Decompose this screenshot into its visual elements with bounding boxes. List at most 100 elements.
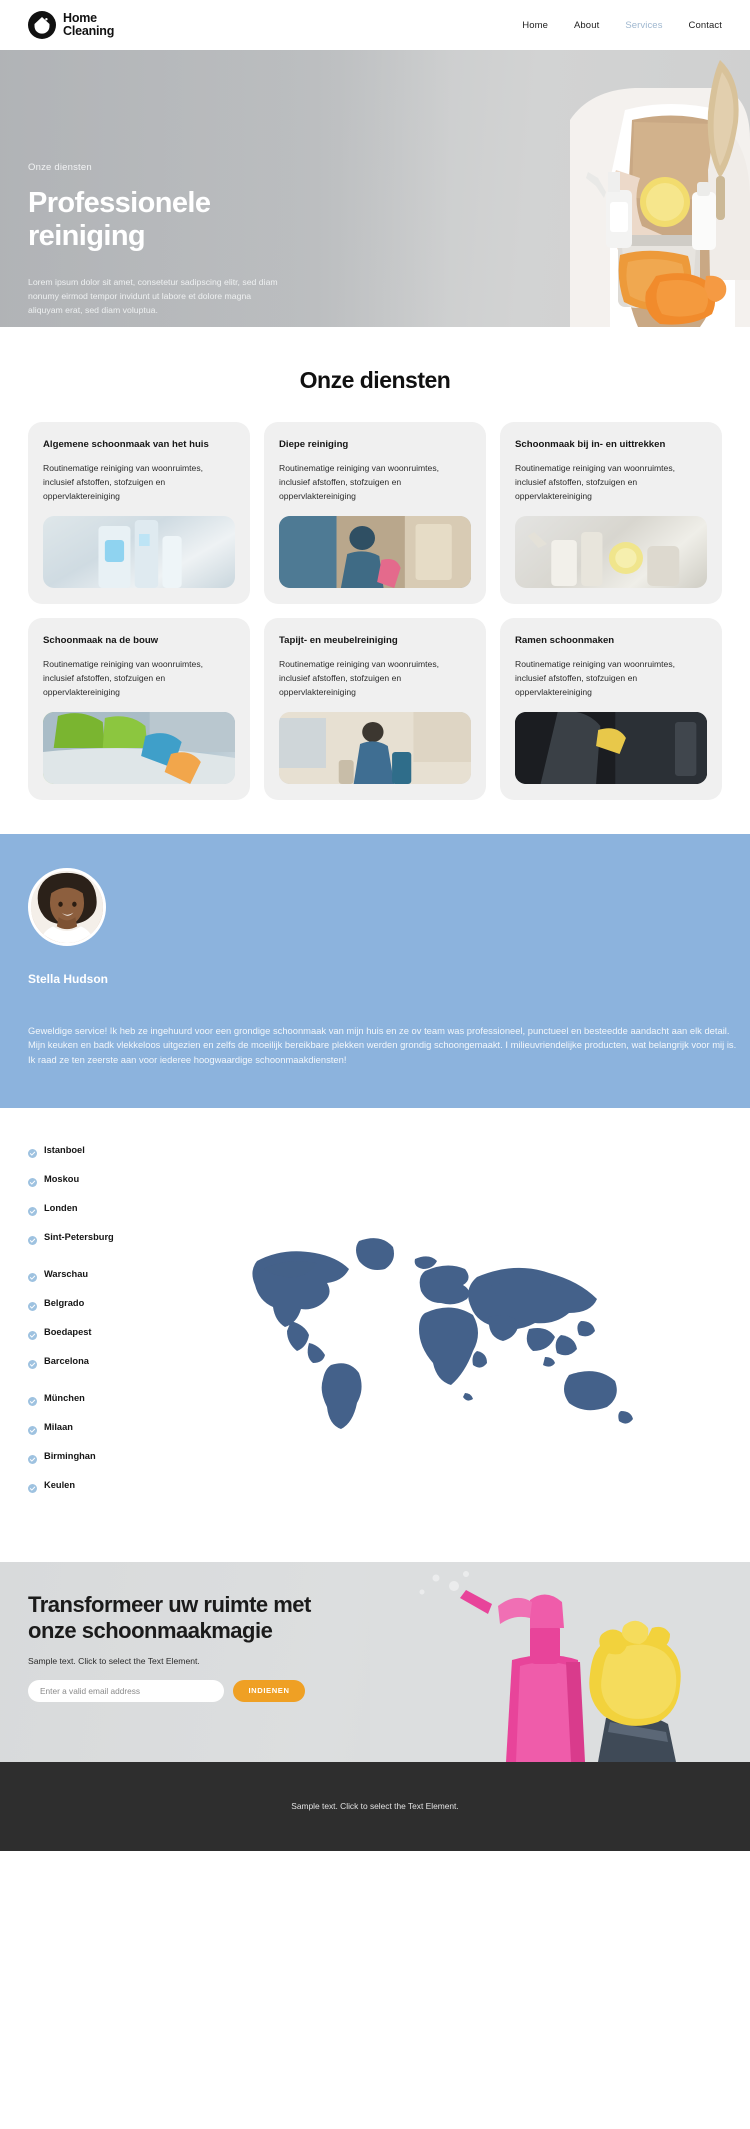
list-item[interactable]: Belgrado: [28, 1297, 156, 1316]
footer-text: Sample text. Click to select the Text El…: [291, 1801, 459, 1812]
services-section: Onze diensten Algemene schoonmaak van he…: [0, 327, 750, 834]
service-card-description: Routinematige reiniging van woonruimtes,…: [279, 463, 440, 501]
list-item[interactable]: München: [28, 1392, 156, 1411]
services-title: Onze diensten: [299, 367, 451, 393]
city-list: Istanboel Moskou Londen Sint-Petersburg: [28, 1144, 156, 1516]
email-field[interactable]: [28, 1679, 224, 1702]
subscribe-form: INDIENEN: [28, 1679, 358, 1702]
service-card[interactable]: Ramen schoonmaken Routinematige reinigin…: [500, 617, 722, 800]
service-card-image: [43, 711, 235, 784]
nav-item-services[interactable]: Services: [625, 20, 662, 31]
service-card-title: Tapijt- en meubelreiniging: [279, 634, 398, 646]
cta-content: Transformeer uw ruimte met onze schoonma…: [28, 1592, 358, 1702]
city-name: Birminghan: [44, 1450, 96, 1461]
service-card-title: Ramen schoonmaken: [515, 634, 615, 646]
testimonial-section: Stella Hudson Geweldige service! Ik heb …: [0, 833, 750, 1108]
check-circle-icon: [28, 1269, 37, 1287]
hero-section: Onze diensten Professionele reiniging Lo…: [0, 50, 750, 327]
service-card-image: [279, 515, 471, 588]
list-item[interactable]: Boedapest: [28, 1326, 156, 1345]
cta-subtitle: Sample text. Click to select the Text El…: [28, 1655, 200, 1666]
house-droplet-logo-icon: [28, 11, 56, 39]
service-card[interactable]: Diepe reiniging Routinematige reiniging …: [264, 422, 486, 604]
list-item[interactable]: Moskou: [28, 1173, 156, 1192]
hero-title: Professionele reiniging: [28, 187, 211, 253]
check-circle-icon: [28, 1451, 37, 1469]
nav-item-contact[interactable]: Contact: [689, 20, 722, 31]
nav-item-home[interactable]: Home: [522, 20, 548, 31]
city-name: Keulen: [44, 1479, 75, 1490]
spray-bottle-glove-photo: [370, 1561, 750, 1762]
list-item[interactable]: Sint-Petersburg: [28, 1231, 156, 1250]
nav-item-about[interactable]: About: [574, 20, 599, 31]
list-item[interactable]: Birminghan: [28, 1450, 156, 1469]
main-navigation: Home About Services Contact: [522, 20, 722, 31]
hero-description: Lorem ipsum dolor sit amet, consetetur s…: [28, 277, 278, 316]
landing-page: Home Cleaning Home About Services Contac…: [0, 0, 750, 1851]
check-circle-icon: [28, 1480, 37, 1498]
brand-line-2: Cleaning: [63, 24, 115, 38]
service-card-description: Routinematige reiniging van woonruimtes,…: [43, 463, 204, 501]
check-circle-icon: [28, 1298, 37, 1316]
check-circle-icon: [28, 1174, 37, 1192]
service-card-title: Schoonmaak bij in- en uittrekken: [515, 439, 666, 450]
check-circle-icon: [28, 1422, 37, 1440]
city-name: Warschau: [44, 1268, 89, 1279]
service-card-description: Routinematige reiniging van woonruimtes,…: [515, 463, 676, 501]
avatar: [28, 867, 106, 946]
city-group: München Milaan Birminghan Keulen: [28, 1392, 156, 1498]
check-circle-icon: [28, 1145, 37, 1163]
customer-portrait-photo: [31, 870, 103, 943]
submit-button[interactable]: INDIENEN: [233, 1679, 305, 1702]
city-name: Sint-Petersburg: [44, 1231, 114, 1242]
brand-line-1: Home: [63, 11, 97, 25]
service-card-image: [43, 515, 235, 588]
services-card-grid: Algemene schoonmaak van het huis Routine…: [28, 422, 722, 800]
service-card-image: [515, 515, 707, 588]
city-name: Moskou: [44, 1173, 80, 1184]
list-item[interactable]: Milaan: [28, 1421, 156, 1440]
cta-title: Transformeer uw ruimte met onze schoonma…: [28, 1591, 311, 1643]
list-item[interactable]: Warschau: [28, 1268, 156, 1287]
city-name: Istanboel: [44, 1144, 85, 1155]
check-circle-icon: [28, 1327, 37, 1345]
site-header: Home Cleaning Home About Services Contac…: [0, 0, 750, 50]
hero-content: Onze diensten Professionele reiniging Lo…: [28, 162, 328, 317]
city-group: Istanboel Moskou Londen Sint-Petersburg: [28, 1144, 156, 1250]
cta-section: Transformeer uw ruimte met onze schoonma…: [0, 1561, 750, 1762]
service-card-description: Routinematige reiniging van woonruimtes,…: [43, 658, 204, 697]
service-card-image: [515, 711, 707, 784]
service-card-description: Routinematige reiniging van woonruimtes,…: [279, 658, 440, 697]
locations-section: Istanboel Moskou Londen Sint-Petersburg: [0, 1107, 750, 1562]
check-circle-icon: [28, 1203, 37, 1221]
site-footer: Sample text. Click to select the Text El…: [0, 1761, 750, 1851]
brand-name: Home Cleaning: [63, 12, 114, 38]
city-name: Barcelona: [44, 1355, 89, 1366]
list-item[interactable]: Barcelona: [28, 1355, 156, 1374]
testimonial-quote: Geweldige service! Ik heb ze ingehuurd v…: [28, 1024, 737, 1065]
city-name: Milaan: [44, 1421, 73, 1432]
city-name: Boedapest: [44, 1326, 92, 1337]
service-card[interactable]: Tapijt- en meubelreiniging Routinematige…: [264, 617, 486, 800]
world-map-graphic: [252, 1237, 633, 1429]
world-map: [166, 1144, 722, 1516]
service-card[interactable]: Schoonmaak bij in- en uittrekken Routine…: [500, 422, 722, 604]
service-card[interactable]: Algemene schoonmaak van het huis Routine…: [28, 422, 250, 604]
check-circle-icon: [28, 1356, 37, 1374]
list-item[interactable]: Londen: [28, 1202, 156, 1221]
check-circle-icon: [28, 1393, 37, 1411]
service-card[interactable]: Schoonmaak na de bouw Routinematige rein…: [28, 617, 250, 800]
testimonial-author-name: Stella Hudson: [28, 971, 109, 986]
list-item[interactable]: Istanboel: [28, 1144, 156, 1163]
city-name: München: [44, 1392, 85, 1403]
city-name: Londen: [44, 1202, 78, 1213]
hero-eyebrow: Onze diensten: [28, 162, 92, 173]
service-card-title: Algemene schoonmaak van het huis: [43, 439, 209, 450]
brand-logo[interactable]: Home Cleaning: [28, 11, 114, 39]
list-item[interactable]: Keulen: [28, 1479, 156, 1498]
city-name: Belgrado: [44, 1297, 85, 1308]
check-circle-icon: [28, 1232, 37, 1250]
city-group: Warschau Belgrado Boedapest Barcelona: [28, 1268, 156, 1374]
service-card-image: [279, 711, 471, 784]
service-card-title: Schoonmaak na de bouw: [43, 634, 159, 646]
